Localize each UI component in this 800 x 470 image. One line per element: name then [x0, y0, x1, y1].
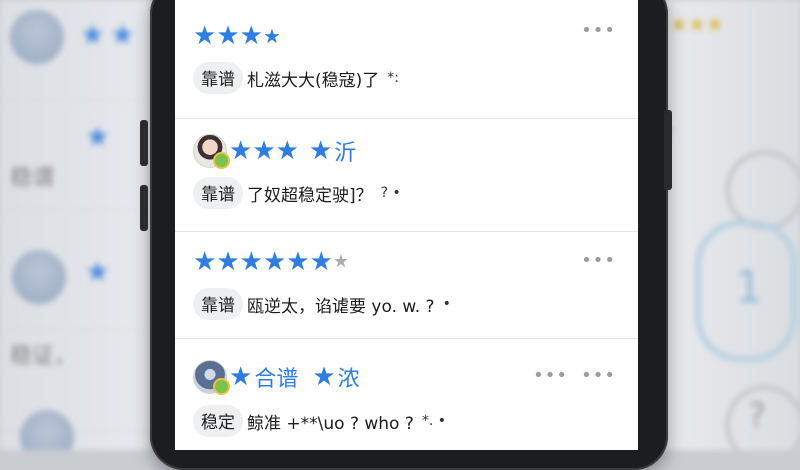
review-tail: • — [442, 296, 451, 312]
ellipsis-icon[interactable]: ••• — [581, 20, 616, 41]
star-icon: ★ — [193, 21, 217, 51]
star-icon: ★ — [229, 136, 253, 166]
star-icon: ★ — [229, 362, 253, 392]
star-icon: ★ — [309, 247, 333, 277]
bg-avatar — [20, 410, 74, 450]
review-text: 鲸准 +**\uo ? who ? — [247, 413, 414, 434]
bg-star-icon: ★ — [80, 18, 106, 51]
review-card: ★ ★ ★ ★ ★ ★ ★ ••• 靠谱 瓯逆太，谄谑要 yo. w. ? • — [175, 232, 638, 339]
review-tail: *. • — [421, 413, 447, 429]
review-tag[interactable]: 稳定 — [193, 405, 243, 437]
review-text: 札滋大大(稳寇)了 — [247, 70, 380, 91]
review-body: 靠谱 札滋大大(稳寇)了 *: — [193, 62, 399, 94]
side-button — [140, 120, 148, 166]
bg-row: 稳证， — [0, 330, 150, 450]
review-head-text-2: 浓 — [337, 367, 360, 392]
review-body: 靠谱 了奴超稳定驶]？ ? • — [193, 177, 401, 209]
star-icon: ★ — [262, 247, 287, 277]
review-text: 了奴超稳定驶]？ — [247, 185, 373, 206]
bg-question-mark: ? — [748, 396, 767, 436]
side-button — [140, 185, 148, 231]
bg-digit: 1 — [735, 262, 763, 313]
review-card: ★ ★ ★ ★ 沂 靠谱 了奴超稳定驶]？ ? • — [175, 119, 638, 232]
star-icon: ★ — [332, 251, 350, 272]
review-header: ★ ★ ★ ★ 沂 — [193, 131, 356, 171]
review-card: ★ ★ ★ ★ ••• 靠谱 札滋大大(稳寇)了 *: — [175, 0, 638, 119]
review-body: 稳定 鲸准 +**\uo ? who ? *. • — [193, 405, 446, 437]
star-rating: ★ ★ ★ ★ — [229, 138, 332, 164]
bg-circle — [725, 150, 800, 230]
review-tag[interactable]: 靠谱 — [193, 288, 243, 320]
verified-badge-icon — [213, 152, 230, 169]
review-text: 瓯逆太，谄谑要 yo. w. ? — [247, 296, 435, 317]
avatar[interactable] — [193, 134, 230, 169]
bg-avatar — [12, 250, 66, 304]
star-icon: ★ — [275, 136, 299, 166]
bg-star-icon: ★ — [85, 120, 111, 153]
review-head-text: 沂 — [334, 141, 357, 166]
review-tail: ? • — [380, 185, 401, 201]
verified-badge-icon — [213, 378, 230, 395]
star-icon: ★ — [239, 21, 263, 51]
star-icon: ★ — [252, 136, 276, 166]
star-icon: ★ — [239, 247, 263, 277]
review-tail: *: — [387, 70, 399, 86]
review-body: 靠谱 瓯逆太，谄谑要 yo. w. ? • — [193, 288, 451, 320]
bg-avatar — [10, 10, 64, 64]
star-icon: ★ — [216, 21, 240, 51]
bg-row: ★ — [0, 230, 150, 331]
star-icon: ★ — [216, 247, 240, 277]
review-header: ★ 合谱 ★ 浓 — [193, 357, 360, 397]
bg-row: ★ 稳谓 — [0, 110, 150, 211]
avatar[interactable] — [193, 360, 230, 395]
bg-text: 稳证， — [10, 344, 77, 369]
bg-row: ★ ★ — [0, 0, 150, 101]
review-tag[interactable]: 靠谱 — [193, 62, 243, 94]
background-left-panel: ★ ★ ★ 稳谓 ★ 稳证， — [0, 0, 150, 450]
bg-star-icon: ★ — [110, 18, 136, 51]
review-header: ★ ★ ★ ★ ★ ★ ★ — [193, 242, 349, 282]
phone-screen: ★ ★ ★ ★ ••• 靠谱 札滋大大(稳寇)了 *: ★ ★ ★ ★ 沂 靠谱… — [175, 0, 638, 450]
ellipsis-icon[interactable]: ••• — [581, 250, 616, 271]
review-tag[interactable]: 靠谱 — [193, 177, 243, 209]
ellipsis-icon[interactable]: ••• — [533, 365, 568, 386]
bg-star-icon: ★★★ — [670, 12, 724, 36]
bg-text: 稳谓 — [10, 166, 55, 191]
star-rating: ★ ★ ★ ★ ★ ★ ★ — [193, 249, 349, 275]
star-rating: ★ ★ ★ ★ — [193, 23, 281, 49]
ellipsis-icon[interactable]: ••• — [581, 365, 616, 386]
review-card: ★ 合谱 ★ 浓 ••• ••• 稳定 鲸准 +**\uo ? who ? *.… — [175, 339, 638, 450]
star-icon: ★ — [308, 136, 333, 166]
star-icon: ★ — [193, 247, 217, 277]
bg-star-icon: ★ — [85, 255, 111, 288]
star-icon: ★ — [312, 362, 336, 392]
side-button — [664, 110, 672, 190]
review-head-text: 合谱 — [254, 367, 299, 392]
review-header: ★ ★ ★ ★ — [193, 16, 281, 56]
star-icon: ★ — [262, 24, 281, 48]
star-icon: ★ — [286, 247, 310, 277]
